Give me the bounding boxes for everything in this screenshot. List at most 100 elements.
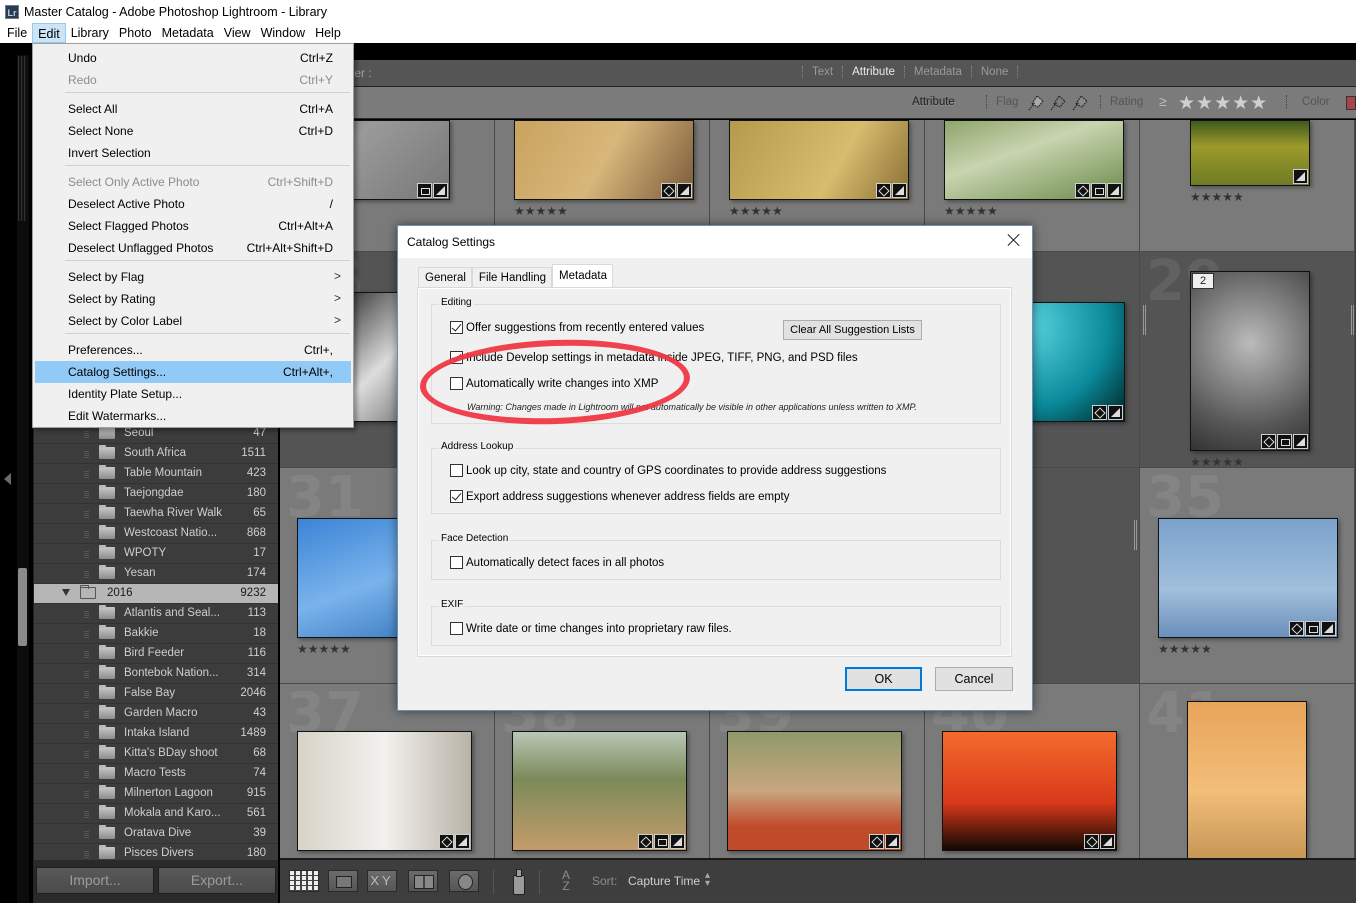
menu-view[interactable]: View — [219, 23, 256, 43]
menu-item-select-by-rating[interactable]: Select by Rating > — [35, 288, 351, 310]
folder-row[interactable]: Mokala and Karo... 561 — [34, 804, 278, 824]
menu-item-identity-plate-setup[interactable]: Identity Plate Setup... — [35, 383, 351, 405]
disclosure-triangle-icon[interactable] — [62, 589, 70, 596]
dialog-title-bar[interactable]: Catalog Settings — [398, 226, 1032, 258]
develop-adjusted-icon[interactable] — [1293, 434, 1308, 449]
flag-unflagged-icon[interactable] — [1048, 93, 1066, 111]
flag-rejected-icon[interactable] — [1070, 93, 1088, 111]
photo-thumbnail[interactable] — [1190, 120, 1310, 186]
folder-row[interactable]: Macro Tests 74 — [34, 764, 278, 784]
compare-view-button[interactable]: XY — [367, 870, 397, 892]
photo-thumbnail[interactable] — [944, 120, 1124, 200]
menu-library[interactable]: Library — [66, 23, 114, 43]
folder-row[interactable]: False Bay 2046 — [34, 684, 278, 704]
scrollbar-grip[interactable] — [18, 56, 27, 221]
cropped-icon[interactable] — [1305, 621, 1320, 636]
close-icon[interactable] — [1006, 232, 1022, 248]
folder-row[interactable]: Westcoast Natio... 868 — [34, 524, 278, 544]
ok-button[interactable]: OK — [845, 667, 922, 691]
photo-thumbnail[interactable] — [727, 731, 902, 851]
menu-item-catalog-settings[interactable]: Catalog Settings... Ctrl+Alt+, — [35, 361, 351, 383]
folder-row[interactable]: Yesan 174 — [34, 564, 278, 584]
auto-detect-faces-option[interactable]: Automatically detect faces in all photos — [450, 556, 664, 569]
grid-cell[interactable]: 29 2 ★★★★★ — [1140, 252, 1355, 469]
loupe-view-button[interactable] — [328, 870, 358, 892]
folder-row[interactable]: Pisces Divers 180 — [34, 844, 278, 860]
export-address-suggestions-option[interactable]: Export address suggestions whenever addr… — [450, 490, 789, 503]
stack-count-badge[interactable]: 2 — [1192, 273, 1214, 289]
rating-filter-stars[interactable]: ★★★★★ — [1178, 92, 1268, 115]
import-button[interactable]: Import... — [36, 867, 154, 894]
folder-row[interactable]: Intaka Island 1489 — [34, 724, 278, 744]
left-panel-edge[interactable] — [0, 43, 17, 903]
stack-collapse-handle[interactable] — [1143, 305, 1146, 335]
develop-adjusted-icon[interactable] — [1107, 183, 1122, 198]
star-rating[interactable]: ★★★★★ — [514, 204, 568, 218]
stack-collapse-handle[interactable] — [1134, 520, 1137, 550]
menu-item-undo[interactable]: Undo Ctrl+Z — [35, 47, 351, 69]
grid-cell[interactable]: ★★★★★ — [1140, 120, 1355, 252]
develop-adjusted-icon[interactable] — [455, 834, 470, 849]
filter-tab-metadata[interactable]: Metadata — [903, 66, 971, 78]
folder-row[interactable]: Taewha River Walk 65 — [34, 504, 278, 524]
keyword-tag-icon[interactable] — [1075, 183, 1090, 198]
folder-row[interactable]: Atlantis and Seal... 113 — [34, 604, 278, 624]
keyword-tag-icon[interactable] — [876, 183, 891, 198]
menu-file[interactable]: File — [2, 23, 32, 43]
develop-adjusted-icon[interactable] — [1321, 621, 1336, 636]
menu-edit[interactable]: Edit — [32, 23, 66, 43]
collapse-left-panel-icon[interactable] — [4, 473, 11, 485]
cancel-button[interactable]: Cancel — [935, 667, 1013, 691]
export-address-suggestions-checkbox[interactable] — [450, 490, 463, 503]
grid-cell[interactable]: 41★★★★★ — [1140, 684, 1355, 858]
keyword-tag-icon[interactable] — [1261, 434, 1276, 449]
cropped-icon[interactable] — [417, 183, 432, 198]
tab-general[interactable]: General — [418, 267, 472, 288]
keyword-tag-icon[interactable] — [439, 834, 454, 849]
filter-tab-text[interactable]: Text — [802, 66, 842, 78]
photo-thumbnail[interactable]: 2 — [1190, 271, 1310, 451]
auto-write-xmp-checkbox[interactable] — [450, 377, 463, 390]
keyword-tag-icon[interactable] — [1289, 621, 1304, 636]
photo-thumbnail[interactable] — [942, 731, 1117, 851]
filter-tab-none[interactable]: None — [970, 66, 1019, 78]
folder-row[interactable]: Bakkie 18 — [34, 624, 278, 644]
star-rating[interactable]: ★★★★★ — [1190, 190, 1244, 204]
folder-row[interactable]: Table Mountain 423 — [34, 464, 278, 484]
photo-thumbnail[interactable] — [512, 731, 687, 851]
star-rating[interactable]: ★★★★★ — [1158, 642, 1212, 656]
menu-photo[interactable]: Photo — [114, 23, 157, 43]
photo-thumbnail[interactable] — [514, 120, 694, 200]
star-rating[interactable]: ★★★★★ — [729, 204, 783, 218]
menu-metadata[interactable]: Metadata — [157, 23, 219, 43]
cropped-icon[interactable] — [1277, 434, 1292, 449]
menu-item-deselect-active-photo[interactable]: Deselect Active Photo / — [35, 193, 351, 215]
develop-adjusted-icon[interactable] — [670, 834, 685, 849]
menu-window[interactable]: Window — [256, 23, 310, 43]
folder-row[interactable]: WPOTY 17 — [34, 544, 278, 564]
tab-file-handling[interactable]: File Handling — [471, 267, 553, 288]
folder-row[interactable]: Garden Macro 43 — [34, 704, 278, 724]
tab-metadata[interactable]: Metadata — [552, 264, 613, 287]
menu-item-select-by-color-label[interactable]: Select by Color Label > — [35, 310, 351, 332]
folder-row[interactable]: South Africa 1511 — [34, 444, 278, 464]
develop-adjusted-icon[interactable] — [1293, 169, 1308, 184]
folder-row[interactable]: Bontebok Nation... 314 — [34, 664, 278, 684]
keyword-tag-icon[interactable] — [661, 183, 676, 198]
sort-chevron-icon[interactable]: ▴ ▾ — [705, 871, 710, 889]
photo-thumbnail[interactable] — [297, 731, 472, 851]
offer-suggestions-option[interactable]: Offer suggestions from recently entered … — [450, 321, 704, 334]
cropped-icon[interactable] — [654, 834, 669, 849]
develop-adjusted-icon[interactable] — [885, 834, 900, 849]
rating-operator[interactable]: ≥ — [1159, 93, 1167, 109]
auto-detect-faces-checkbox[interactable] — [450, 556, 463, 569]
grid-view-button[interactable] — [289, 870, 319, 892]
menu-item-select-flagged-photos[interactable]: Select Flagged Photos Ctrl+Alt+A — [35, 215, 351, 237]
keyword-tag-icon[interactable] — [869, 834, 884, 849]
develop-adjusted-icon[interactable] — [1108, 405, 1123, 420]
offer-suggestions-checkbox[interactable] — [450, 321, 463, 334]
develop-adjusted-icon[interactable] — [433, 183, 448, 198]
stack-collapse-handle[interactable] — [1351, 305, 1354, 335]
menu-item-select-none[interactable]: Select None Ctrl+D — [35, 120, 351, 142]
lookup-gps-option[interactable]: Look up city, state and country of GPS c… — [450, 464, 886, 477]
